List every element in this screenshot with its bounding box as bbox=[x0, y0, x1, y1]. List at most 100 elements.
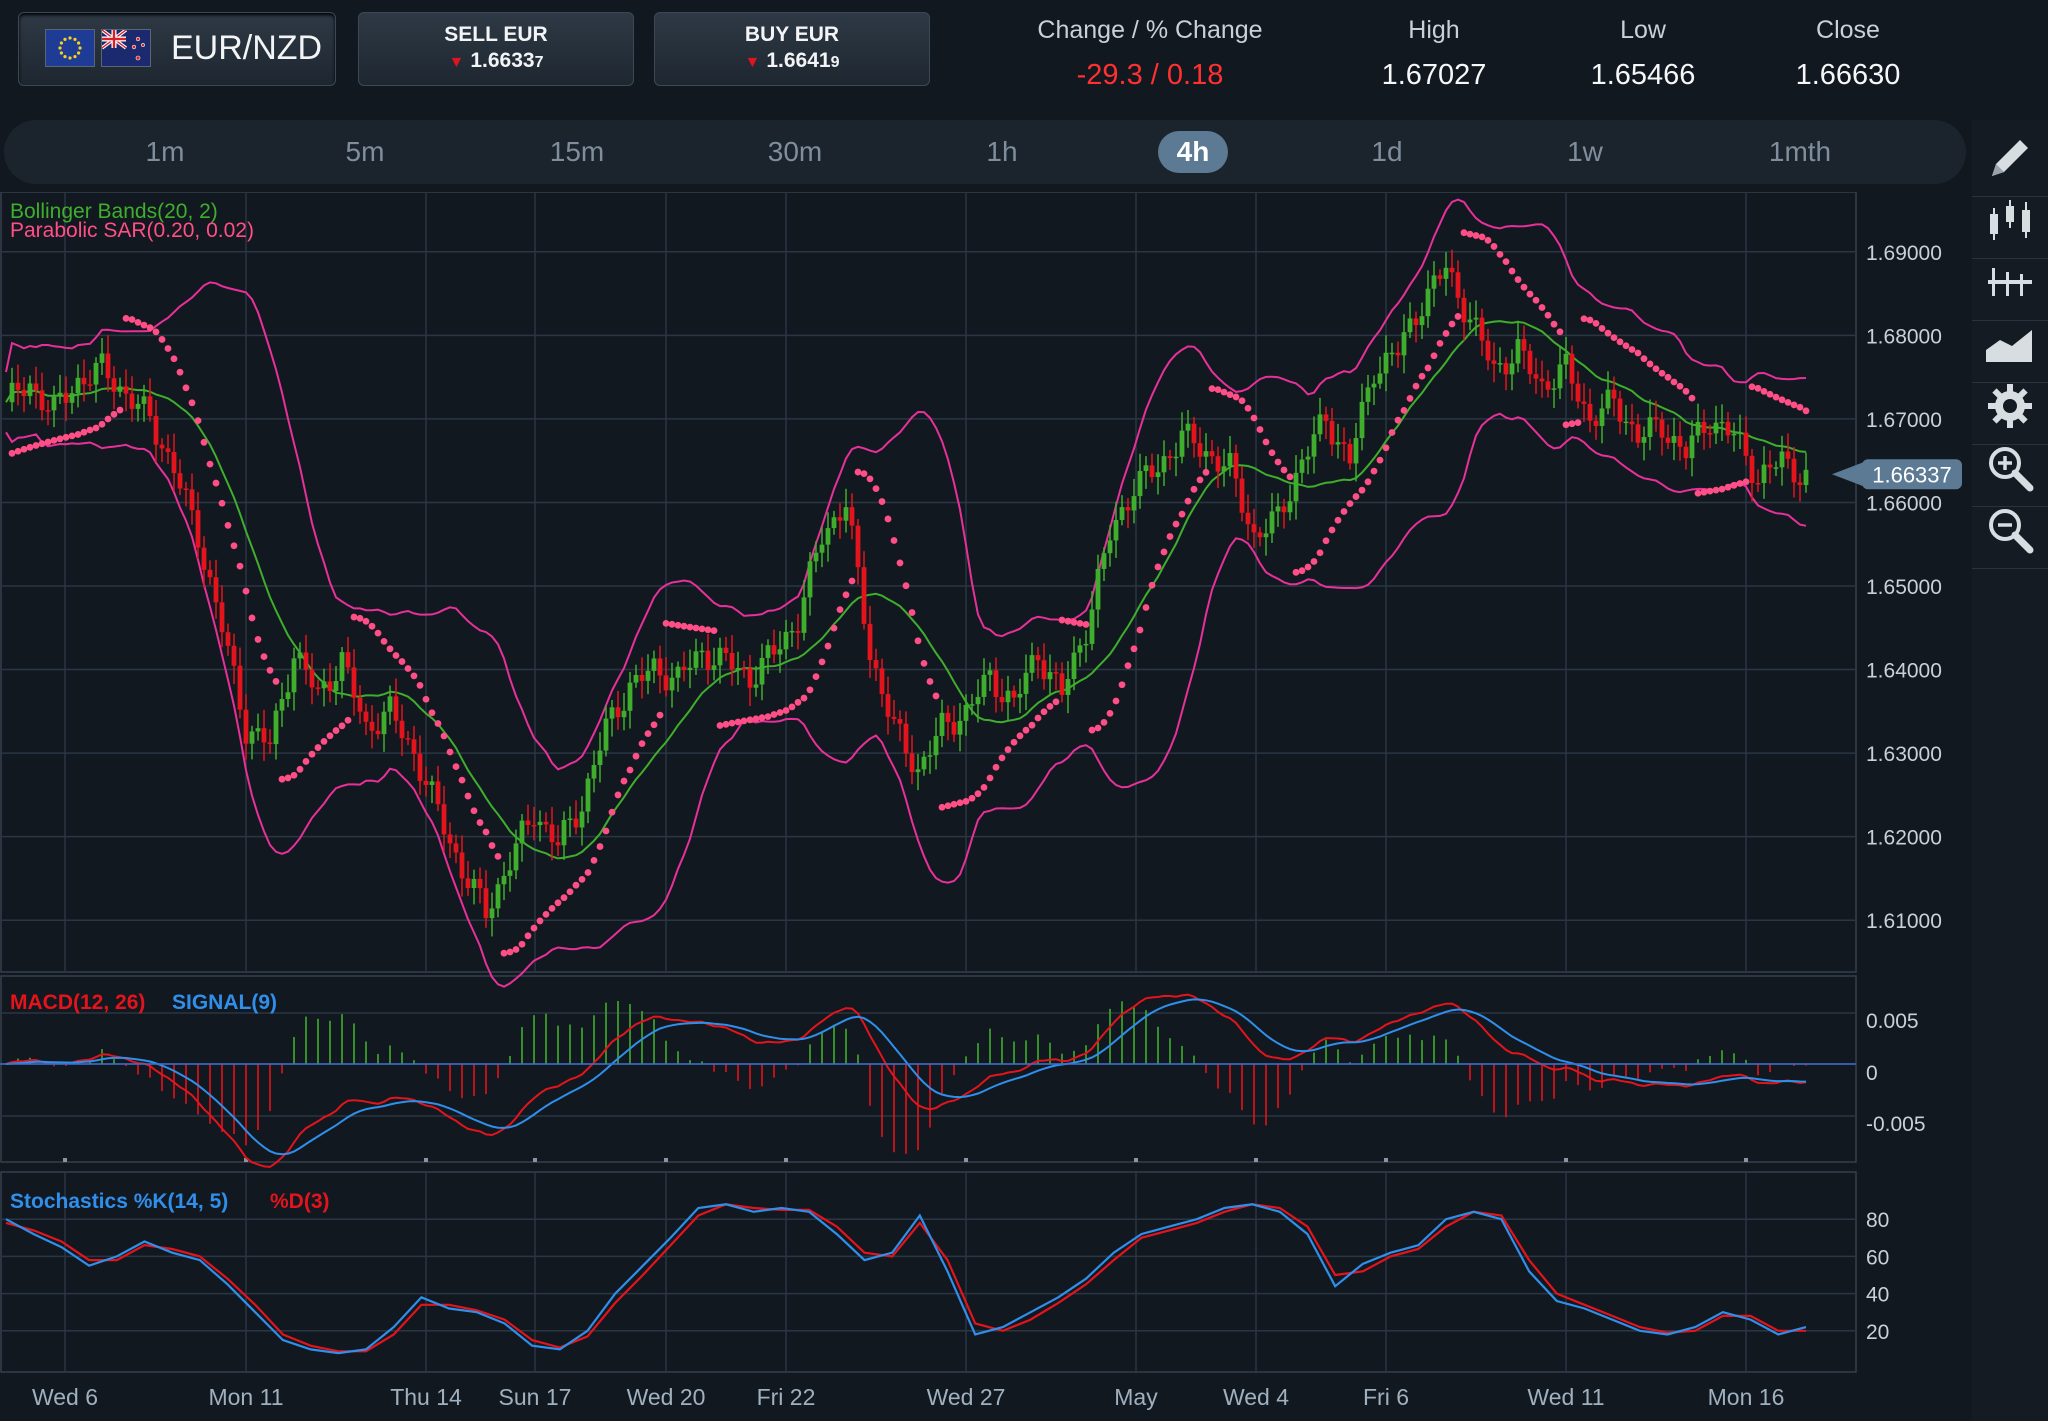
sar-dot bbox=[164, 345, 172, 352]
sar-dot bbox=[1586, 316, 1594, 324]
indicator-icon[interactable] bbox=[1982, 254, 2038, 310]
sar-dot bbox=[626, 766, 634, 774]
timeframe-30m[interactable]: 30m bbox=[752, 131, 838, 173]
sar-dot bbox=[194, 417, 202, 424]
candle-body bbox=[1629, 421, 1635, 425]
candle-body bbox=[81, 377, 87, 385]
candle-body bbox=[669, 677, 675, 691]
candle-body bbox=[813, 552, 819, 562]
sar-dot bbox=[176, 368, 184, 376]
sar-dot bbox=[1574, 419, 1582, 427]
timeframe-1m[interactable]: 1m bbox=[126, 131, 204, 173]
sar-dot bbox=[1130, 645, 1138, 653]
area-chart-icon[interactable] bbox=[1982, 316, 2038, 372]
sar-dot bbox=[980, 784, 988, 791]
sell-label: SELL EUR bbox=[444, 23, 548, 46]
instrument-selector[interactable]: EUR/NZD bbox=[18, 12, 336, 86]
candle-body bbox=[651, 658, 657, 671]
time-axis: Wed 6 Mon 11 Thu 14 Sun 17 Wed 20 Fri 22 Wed 2… bbox=[32, 1384, 1784, 1410]
sar-dot bbox=[1556, 328, 1564, 336]
sar-dot bbox=[188, 399, 196, 407]
candle-body bbox=[1611, 389, 1617, 399]
timeframe-1d[interactable]: 1d bbox=[1350, 131, 1424, 173]
sar-dot bbox=[1214, 386, 1222, 394]
sell-button[interactable]: SELL EUR ▼ 1.66337 bbox=[358, 12, 634, 86]
sar-dot bbox=[914, 637, 922, 645]
candle-body bbox=[1707, 433, 1713, 435]
sar-dot bbox=[1166, 533, 1174, 540]
candle-body bbox=[1065, 678, 1071, 695]
candle-body bbox=[243, 709, 249, 744]
time-tick-label: Thu 14 bbox=[390, 1384, 462, 1410]
sar-dot bbox=[1448, 320, 1456, 328]
candle-body bbox=[945, 712, 951, 723]
close-value: 1.66630 bbox=[1795, 59, 1901, 91]
sar-dot bbox=[794, 698, 802, 706]
sar-dot bbox=[806, 686, 814, 694]
sar-dot bbox=[1706, 487, 1714, 495]
timeframe-1h[interactable]: 1h bbox=[964, 131, 1040, 173]
sar-dot bbox=[524, 932, 532, 940]
candle-body bbox=[1047, 672, 1053, 680]
timeframe-15m[interactable]: 15m bbox=[534, 131, 620, 173]
candle-body bbox=[639, 675, 645, 681]
timeframe-5m[interactable]: 5m bbox=[326, 131, 404, 173]
candle-body bbox=[1251, 524, 1257, 533]
candle-body bbox=[747, 668, 753, 688]
candle-body bbox=[1323, 414, 1329, 421]
sar-dot bbox=[1010, 738, 1018, 746]
candle-body bbox=[1755, 483, 1761, 485]
candle-body bbox=[657, 658, 663, 676]
candle-body bbox=[771, 645, 777, 655]
candle-body bbox=[705, 650, 711, 670]
buy-button[interactable]: BUY EUR ▼ 1.66419 bbox=[654, 12, 930, 86]
candle-body bbox=[1293, 472, 1299, 502]
candle-body bbox=[207, 569, 213, 578]
candle-body bbox=[1773, 467, 1779, 469]
sar-dot bbox=[1730, 481, 1738, 489]
sar-dot bbox=[1754, 384, 1762, 392]
candle-body bbox=[615, 707, 621, 718]
sar-dot bbox=[962, 797, 970, 805]
zoom-in-icon[interactable] bbox=[1982, 440, 2038, 496]
sar-dot bbox=[1268, 449, 1276, 457]
zoom-out-icon[interactable] bbox=[1982, 502, 2038, 558]
sar-dot bbox=[296, 765, 304, 773]
candle-body bbox=[969, 704, 975, 706]
candle-body bbox=[1107, 540, 1113, 554]
sar-dot bbox=[1652, 365, 1660, 373]
sar-dot bbox=[1430, 352, 1438, 360]
sar-dot bbox=[1796, 403, 1804, 411]
candle-body bbox=[897, 718, 903, 724]
timeframe-4h[interactable]: 4h bbox=[1158, 131, 1228, 173]
sar-dot bbox=[1400, 406, 1408, 414]
sar-dot bbox=[1694, 489, 1702, 497]
sar-dot bbox=[956, 799, 964, 807]
candle-body bbox=[1329, 420, 1335, 445]
sar-dot bbox=[1688, 394, 1696, 402]
sar-dot bbox=[1526, 290, 1534, 298]
sar-dot bbox=[494, 852, 502, 860]
sar-dot bbox=[974, 790, 982, 798]
candle-body bbox=[849, 507, 855, 526]
sar-dot bbox=[482, 828, 490, 836]
timeframe-1w[interactable]: 1w bbox=[1546, 131, 1624, 173]
candle-body bbox=[351, 667, 357, 698]
sar-dot bbox=[92, 424, 100, 432]
gear-icon[interactable] bbox=[1982, 378, 2038, 434]
time-tick-label: Wed 27 bbox=[927, 1384, 1006, 1410]
candle-body bbox=[1395, 352, 1401, 356]
sar-dot bbox=[674, 621, 682, 629]
sar-dot bbox=[32, 442, 40, 449]
pencil-icon[interactable] bbox=[1982, 130, 2038, 186]
price-chart[interactable]: 1.69000 1.68000 1.67000 1.66000 1.65000 1.640… bbox=[0, 192, 1968, 1421]
timeframe-1mth[interactable]: 1mth bbox=[1750, 131, 1850, 173]
candlestick-icon[interactable] bbox=[1982, 192, 2038, 248]
candle-body bbox=[1227, 453, 1233, 467]
candle-body bbox=[1191, 423, 1197, 444]
sar-dot bbox=[500, 949, 508, 957]
sar-dot bbox=[1502, 258, 1510, 266]
candle-body bbox=[1491, 360, 1497, 364]
sar-dot bbox=[206, 460, 214, 468]
stoch-tick-label: 20 bbox=[1866, 1321, 1889, 1344]
